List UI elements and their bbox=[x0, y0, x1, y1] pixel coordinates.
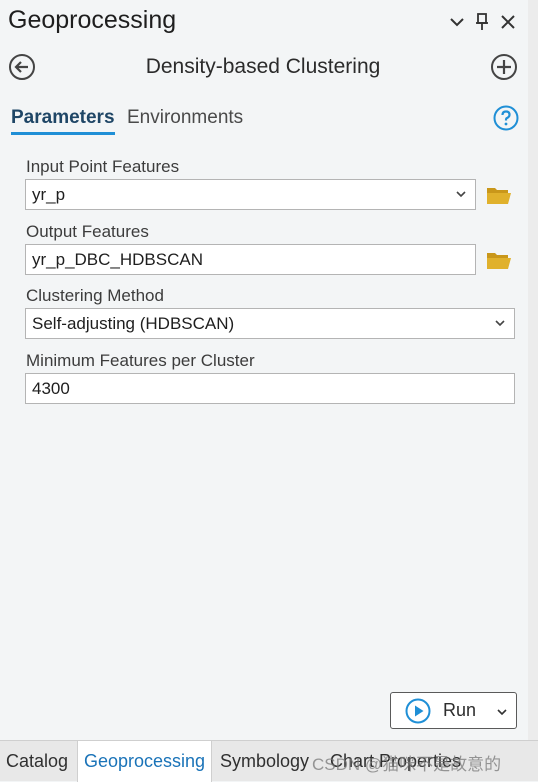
dock-tab-bar: Catalog Geoprocessing Symbology Chart Pr… bbox=[0, 740, 538, 782]
chevron-down-icon bbox=[495, 320, 505, 327]
play-icon bbox=[405, 698, 431, 723]
scrollbar[interactable] bbox=[528, 0, 538, 740]
tab-parameters[interactable]: Parameters bbox=[11, 107, 115, 135]
output-features-input[interactable]: yr_p_DBC_HDBSCAN bbox=[25, 244, 476, 275]
close-icon[interactable] bbox=[497, 10, 519, 34]
dock-tab-geoprocessing[interactable]: Geoprocessing bbox=[77, 741, 213, 782]
pane-options-chevron-icon[interactable] bbox=[446, 10, 468, 34]
clustering-method-dropdown[interactable]: Self-adjusting (HDBSCAN) bbox=[25, 308, 515, 339]
output-features-value: yr_p_DBC_HDBSCAN bbox=[32, 249, 203, 269]
input-point-features-label: Input Point Features bbox=[26, 157, 180, 176]
browse-output-folder-icon[interactable] bbox=[486, 249, 512, 271]
run-options-chevron-icon[interactable] bbox=[496, 706, 508, 718]
dock-tab-symbology[interactable]: Symbology bbox=[214, 741, 315, 782]
dock-tab-chart-properties[interactable]: Chart Properties bbox=[324, 741, 467, 782]
geoprocessing-pane: Geoprocessing Density-based Clustering P… bbox=[0, 0, 528, 740]
min-features-input[interactable]: 4300 bbox=[25, 373, 515, 404]
run-button[interactable]: Run bbox=[390, 692, 517, 729]
min-features-value: 4300 bbox=[32, 378, 70, 398]
add-tool-plus-icon[interactable] bbox=[490, 53, 518, 81]
active-tab-underline bbox=[11, 132, 115, 135]
back-arrow-icon[interactable] bbox=[8, 53, 36, 81]
pane-title: Geoprocessing bbox=[8, 6, 177, 34]
browse-input-folder-icon[interactable] bbox=[486, 184, 512, 206]
clustering-method-value: Self-adjusting (HDBSCAN) bbox=[32, 313, 235, 333]
min-features-label: Minimum Features per Cluster bbox=[26, 351, 255, 370]
run-button-label: Run bbox=[443, 700, 477, 720]
input-point-features-dropdown[interactable]: yr_p bbox=[25, 179, 476, 210]
output-features-label: Output Features bbox=[26, 222, 149, 241]
help-question-icon[interactable] bbox=[493, 105, 519, 131]
input-point-features-value: yr_p bbox=[32, 184, 66, 204]
dock-tab-catalog[interactable]: Catalog bbox=[0, 741, 74, 782]
tool-title: Density-based Clustering bbox=[145, 55, 381, 78]
tab-environments[interactable]: Environments bbox=[127, 107, 243, 129]
clustering-method-label: Clustering Method bbox=[26, 286, 164, 305]
pin-icon[interactable] bbox=[471, 10, 493, 34]
chevron-down-icon bbox=[456, 191, 466, 198]
tab-parameters-label: Parameters bbox=[11, 107, 115, 128]
